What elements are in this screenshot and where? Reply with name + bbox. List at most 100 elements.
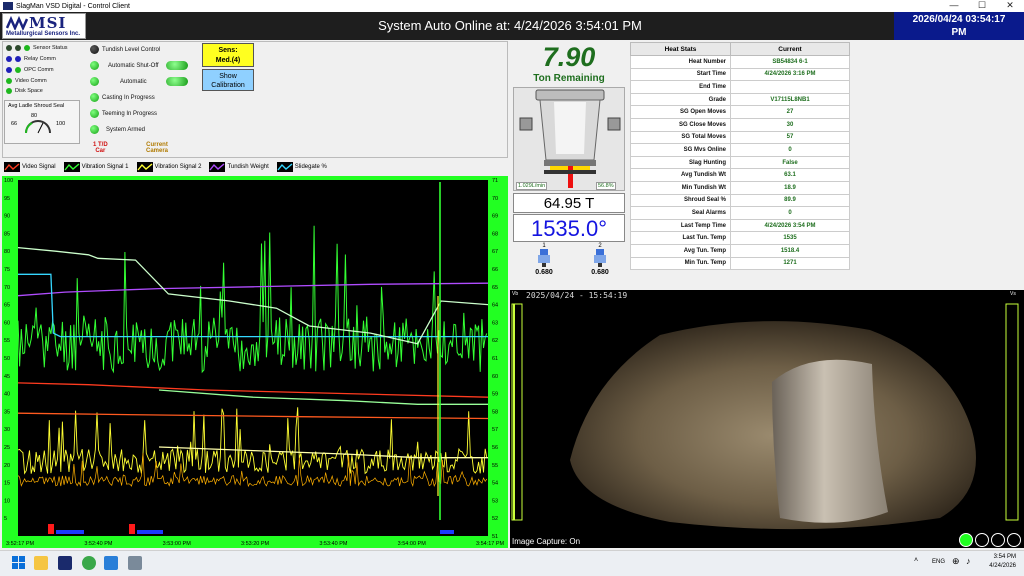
taskbar-clock[interactable]: 3:54 PM 4/24/2026 bbox=[982, 553, 1016, 571]
network-app-icon[interactable] bbox=[82, 556, 96, 570]
stat-key: SG Total Moves bbox=[630, 130, 731, 145]
stat-value: 63.1 bbox=[730, 168, 850, 182]
sensitivity-button[interactable]: Sens: Med.(4) bbox=[202, 43, 254, 67]
td-car-line2: Car bbox=[95, 148, 106, 154]
close-button[interactable]: ✕ bbox=[996, 0, 1024, 12]
signal-chart[interactable]: 100 95 90 85 80 75 70 65 60 55 50 45 40 35 30 25 20 15 10 5… bbox=[2, 176, 508, 548]
app-icon bbox=[3, 2, 13, 10]
status-video: Video Comm bbox=[6, 78, 47, 84]
led-icon bbox=[6, 45, 12, 51]
tundish-level-control: Tundish Level Control bbox=[90, 45, 160, 54]
camera-4-button[interactable] bbox=[1007, 533, 1021, 547]
camera-feed[interactable]: Vb Vs bbox=[510, 290, 1024, 548]
language-indicator[interactable]: ENG bbox=[932, 559, 945, 565]
windows-start-icon[interactable] bbox=[12, 556, 26, 570]
indicator-icon bbox=[90, 61, 99, 70]
y-right-tick-label: 58 bbox=[492, 409, 498, 415]
table-row: Min Tundish Wt 18.9 bbox=[630, 180, 850, 195]
company-logo: MSI Metallurgical Sensors Inc. bbox=[2, 13, 86, 39]
stat-value: 0 bbox=[730, 206, 850, 220]
legend-video-signal[interactable]: Video Signal bbox=[4, 162, 56, 172]
taskbar-date: 4/24/2026 bbox=[989, 563, 1016, 569]
y-right-tick-label: 68 bbox=[492, 231, 498, 237]
volume-icon[interactable]: ♪ bbox=[966, 556, 971, 566]
header-heat-stats: Heat Stats bbox=[630, 42, 731, 56]
table-row: Seal Alarms 0 bbox=[630, 206, 850, 220]
header-current: Current bbox=[730, 42, 850, 56]
y-axis-right: 71 70 69 68 67 66 65 64 63 62 61 60 59 58 57 56 55 54 53 52… bbox=[492, 178, 498, 540]
y-tick-label: 55 bbox=[4, 338, 10, 344]
table-row: Heat Number SB54834 6-1 bbox=[630, 55, 850, 69]
y-right-tick-label: 52 bbox=[492, 516, 498, 522]
file-explorer-icon[interactable] bbox=[34, 556, 48, 570]
legend-vibration-2[interactable]: Vibration Signal 2 bbox=[136, 162, 201, 172]
taskbar-time: 3:54 PM bbox=[993, 554, 1016, 560]
stat-key: Start Time bbox=[630, 67, 731, 82]
y-right-tick-label: 64 bbox=[492, 303, 498, 309]
calibration-line2: Calibration bbox=[211, 82, 245, 89]
sens-value: Med.(4) bbox=[215, 57, 241, 64]
stat-key: Seal Alarms bbox=[630, 206, 731, 220]
table-row: Min Tun. Temp 1271 bbox=[630, 256, 850, 271]
nozzle-icon bbox=[538, 249, 550, 267]
y-tick-label: 25 bbox=[4, 445, 10, 451]
table-header-row: Heat Stats Current bbox=[630, 42, 850, 56]
tray-chevron-icon[interactable]: ˄ bbox=[914, 557, 918, 564]
table-row: Slag Hunting False bbox=[630, 155, 850, 170]
y-right-tick-label: 60 bbox=[492, 374, 498, 380]
camera-1-button[interactable] bbox=[959, 533, 973, 547]
shroud-seal-gauge: Avg Ladle Shroud Seal 80 66 100 bbox=[4, 100, 80, 144]
y-right-tick-label: 59 bbox=[492, 392, 498, 398]
calculator-app-icon[interactable] bbox=[128, 556, 142, 570]
legend-vibration-1[interactable]: Vibration Signal 1 bbox=[63, 162, 129, 172]
tons-remaining-value: 7.90 bbox=[542, 42, 596, 72]
network-icon[interactable]: ⊕ bbox=[952, 556, 960, 567]
stat-value: 30 bbox=[730, 117, 850, 132]
current-camera-indicator: Current Camera bbox=[146, 142, 168, 154]
y-right-tick-label: 63 bbox=[492, 320, 498, 326]
legend-swatch-icon bbox=[136, 162, 153, 172]
nozzle-2: 2 0.680 bbox=[584, 243, 616, 276]
table-row: Grade V17115L8NB1 bbox=[630, 92, 850, 107]
event-marker-blue bbox=[137, 530, 163, 534]
tons-remaining-label: Ton Remaining bbox=[533, 73, 605, 84]
status-label: Sensor Status bbox=[33, 45, 68, 51]
led-icon bbox=[6, 56, 12, 62]
legend-tundish-weight[interactable]: Tundish Weight bbox=[209, 162, 269, 172]
slagman-app-icon[interactable] bbox=[58, 556, 72, 570]
automatic-toggle[interactable] bbox=[166, 77, 188, 86]
minimize-button[interactable]: — bbox=[940, 0, 968, 12]
y-tick-label: 60 bbox=[4, 320, 10, 326]
system-armed-label: System Armed bbox=[106, 126, 146, 133]
table-row: Last Tun. Temp 1535 bbox=[630, 231, 850, 245]
y-right-tick-label: 66 bbox=[492, 267, 498, 273]
teeming-label: Teeming In Progress bbox=[102, 110, 158, 117]
auto-shutoff-toggle[interactable] bbox=[166, 61, 188, 70]
x-tick-label: 3:52:17 PM bbox=[6, 541, 35, 547]
camera-2-button[interactable] bbox=[975, 533, 989, 547]
led-icon bbox=[6, 88, 12, 94]
clock-display: 2026/04/24 03:54:17 PM bbox=[894, 12, 1024, 40]
nozzle-1-value: 0.680 bbox=[535, 269, 553, 276]
maximize-button[interactable]: ☐ bbox=[968, 0, 996, 12]
y-right-tick-label: 69 bbox=[492, 214, 498, 220]
table-row: Start Time 4/24/2026 3:16 PM bbox=[630, 67, 850, 82]
show-calibration-button[interactable]: Show Calibration bbox=[202, 69, 254, 91]
temperature-readout: 1535.0° bbox=[513, 214, 625, 242]
y-tick-label: 65 bbox=[4, 303, 10, 309]
teeming-in-progress: Teeming In Progress bbox=[90, 109, 157, 118]
legend-label: Video Signal bbox=[22, 164, 56, 170]
casting-in-progress: Casting In Progress bbox=[90, 93, 155, 102]
stat-value: 0 bbox=[730, 143, 850, 157]
led-icon bbox=[6, 67, 12, 73]
legend-swatch-icon bbox=[63, 162, 80, 172]
table-row: SG Open Moves 27 bbox=[630, 105, 850, 119]
y-tick-label: 20 bbox=[4, 463, 10, 469]
camera-3-button[interactable] bbox=[991, 533, 1005, 547]
photos-app-icon[interactable] bbox=[104, 556, 118, 570]
indicator-icon bbox=[90, 77, 99, 86]
status-label: Relay Comm bbox=[24, 56, 56, 62]
legend-slidegate[interactable]: Slidegate % bbox=[276, 162, 327, 172]
y-right-tick-label: 54 bbox=[492, 481, 498, 487]
stat-value: 4/24/2026 3:16 PM bbox=[730, 67, 850, 82]
